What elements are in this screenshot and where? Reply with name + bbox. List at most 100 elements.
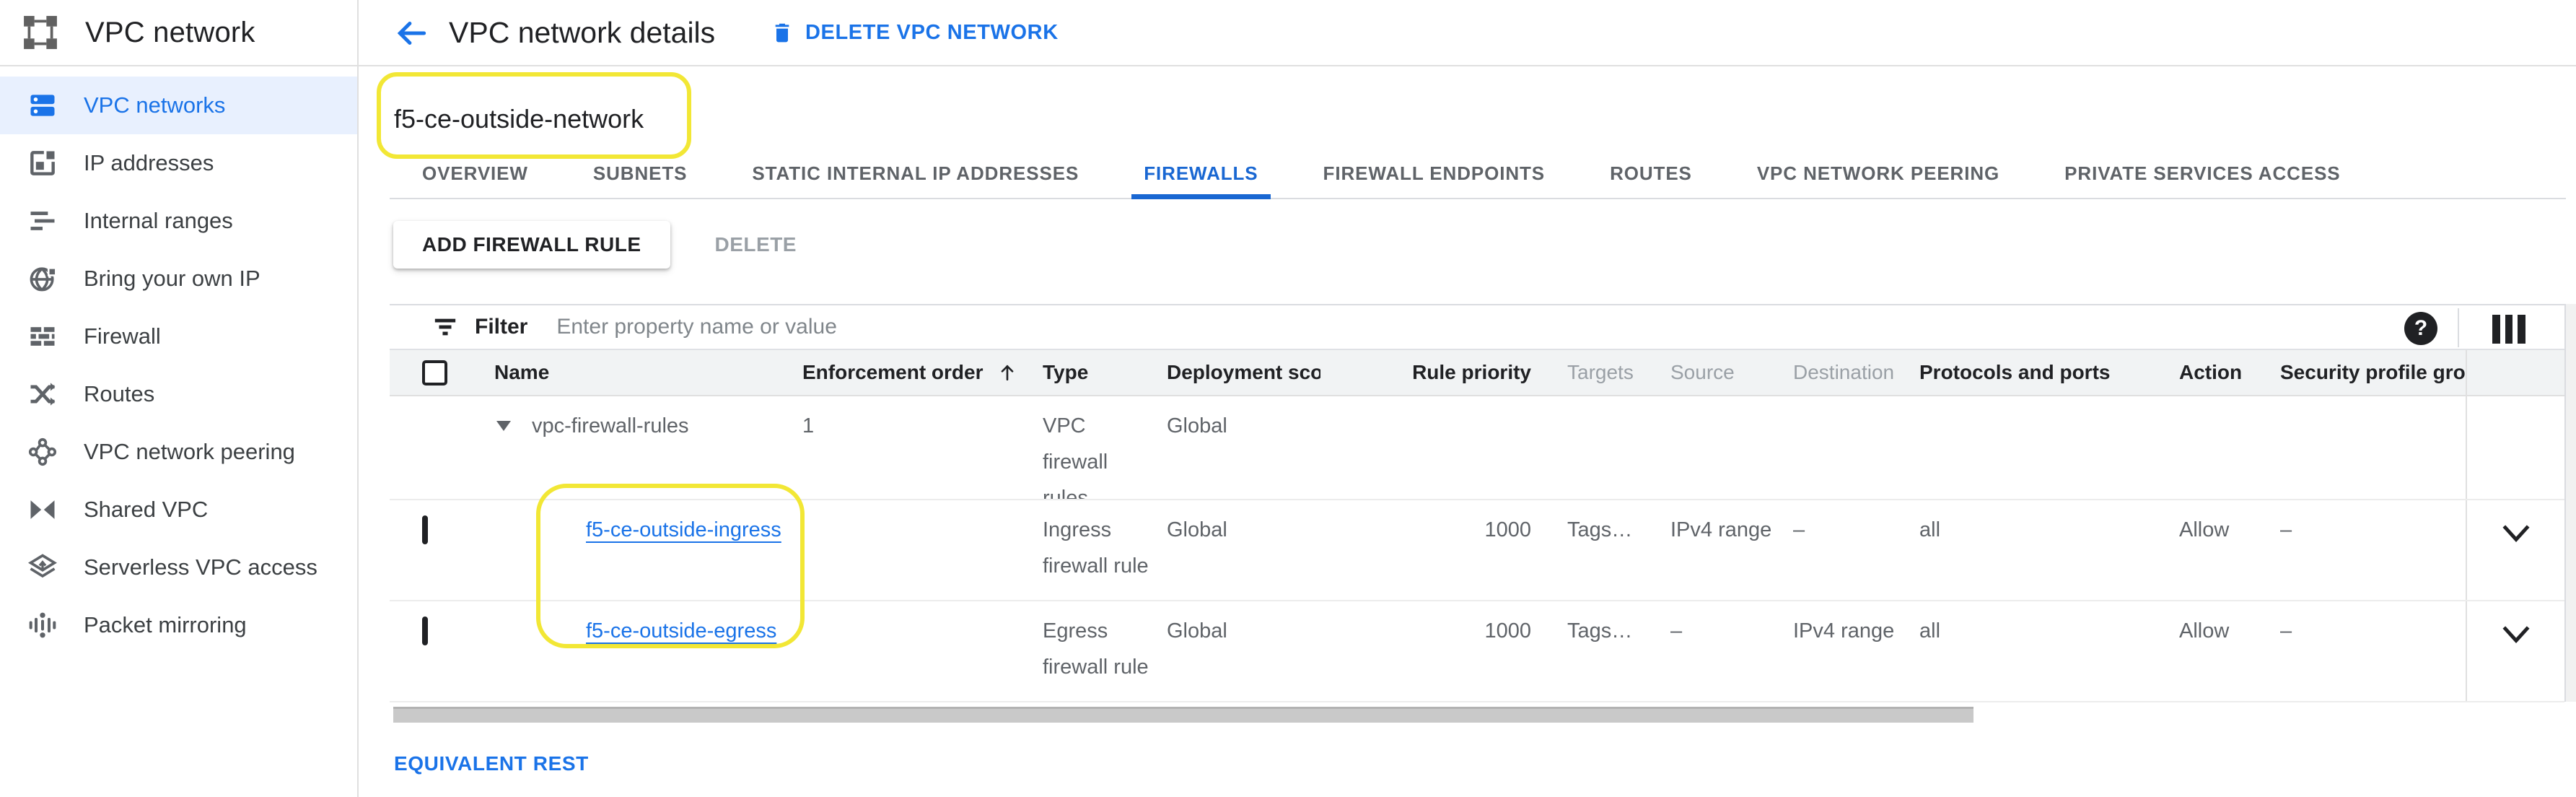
type-value: VPC firewall rules bbox=[1043, 396, 1167, 499]
deployment-scope-value: Global bbox=[1167, 500, 1320, 600]
security-profile-value: – bbox=[2280, 500, 2466, 600]
sidebar-item-vpc-network-peering[interactable]: VPC network peering bbox=[0, 423, 357, 481]
rule-priority-value: 1000 bbox=[1320, 601, 1537, 701]
source-value bbox=[1670, 396, 1793, 499]
tab-firewall-endpoints[interactable]: FIREWALL ENDPOINTS bbox=[1291, 149, 1578, 198]
header-divider bbox=[0, 65, 2576, 66]
row-checkbox-cell bbox=[390, 601, 494, 701]
filter-input[interactable] bbox=[556, 315, 2564, 339]
group-name-cell: vpc-firewall-rules bbox=[494, 396, 802, 499]
vpc-network-logo-icon bbox=[20, 14, 61, 51]
sidebar-item-packet-mirroring[interactable]: Packet mirroring bbox=[0, 596, 357, 654]
column-header-enforcement-order[interactable]: Enforcement order bbox=[802, 350, 1043, 395]
rule-priority-value bbox=[1320, 396, 1537, 499]
vertical-scrollbar-track[interactable] bbox=[2566, 304, 2576, 702]
expand-column-header bbox=[2466, 350, 2564, 395]
delete-rule-button[interactable]: DELETE bbox=[715, 233, 797, 256]
tab-subnets[interactable]: SUBNETS bbox=[561, 149, 720, 198]
column-header-deployment-scope[interactable]: Deployment scope bbox=[1167, 350, 1320, 395]
table-row-egress: f5-ce-outside-egress Egress firewall rul… bbox=[390, 601, 2564, 702]
expand-row-chevron-icon[interactable] bbox=[2502, 624, 2531, 645]
sidebar-item-routes[interactable]: Routes bbox=[0, 365, 357, 423]
tab-overview[interactable]: OVERVIEW bbox=[390, 149, 561, 198]
sidebar-item-label: Bring your own IP bbox=[84, 266, 260, 292]
group-name: vpc-firewall-rules bbox=[532, 408, 689, 444]
firewall-actions: ADD FIREWALL RULE DELETE bbox=[393, 221, 797, 269]
expand-row-chevron-icon[interactable] bbox=[2502, 523, 2531, 544]
tab-private-services-access[interactable]: PRIVATE SERVICES ACCESS bbox=[2032, 149, 2373, 198]
vpc-network-peering-icon bbox=[26, 435, 59, 469]
security-profile-value bbox=[2280, 396, 2466, 499]
firewall-rule-link-ingress[interactable]: f5-ce-outside-ingress bbox=[586, 512, 781, 548]
deployment-scope-value: Global bbox=[1167, 601, 1320, 701]
column-header-security-profile-group[interactable]: Security profile group bbox=[2280, 350, 2466, 395]
column-header-rule-priority[interactable]: Rule priority bbox=[1320, 350, 1537, 395]
firewall-rule-link-egress[interactable]: f5-ce-outside-egress bbox=[586, 613, 776, 649]
column-header-protocols-and-ports[interactable]: Protocols and ports bbox=[1919, 350, 2179, 395]
column-header-type[interactable]: Type bbox=[1043, 350, 1167, 395]
select-all-checkbox[interactable] bbox=[422, 360, 447, 386]
source-value: – bbox=[1670, 601, 1793, 701]
protocols-value bbox=[1919, 396, 2179, 499]
sidebar-item-label: Firewall bbox=[84, 323, 161, 349]
column-header-targets[interactable]: Targets bbox=[1537, 350, 1670, 395]
sidebar-item-firewall[interactable]: Firewall bbox=[0, 308, 357, 365]
equivalent-rest-link[interactable]: EQUIVALENT REST bbox=[394, 752, 589, 775]
sidebar-item-bring-your-own-ip[interactable]: Bring your own IP bbox=[0, 250, 357, 308]
sidebar-item-label: VPC network peering bbox=[84, 439, 295, 465]
shared-vpc-icon bbox=[26, 493, 59, 526]
protocols-value: all bbox=[1919, 500, 2179, 600]
table-header-row: Name Enforcement order Type Deployment s… bbox=[390, 350, 2564, 396]
back-arrow-button[interactable] bbox=[394, 15, 430, 51]
sidebar: VPC network VPC networks bbox=[0, 0, 359, 797]
sidebar-item-serverless-vpc-access[interactable]: Serverless VPC access bbox=[0, 539, 357, 596]
tab-vpc-network-peering[interactable]: VPC NETWORK PEERING bbox=[1725, 149, 2032, 198]
bring-your-own-ip-icon bbox=[26, 262, 59, 295]
action-value: Allow bbox=[2179, 601, 2280, 701]
trash-icon bbox=[771, 19, 794, 46]
page-title: VPC network details bbox=[449, 16, 715, 50]
collapse-group-icon[interactable] bbox=[494, 418, 513, 432]
row-checkbox[interactable] bbox=[422, 515, 428, 544]
row-checkbox[interactable] bbox=[422, 617, 428, 645]
help-icon[interactable]: ? bbox=[2404, 312, 2437, 345]
row-checkbox-cell bbox=[390, 500, 494, 600]
column-header-enforcement-label: Enforcement order bbox=[802, 361, 983, 384]
targets-value bbox=[1537, 396, 1670, 499]
sidebar-item-label: Packet mirroring bbox=[84, 612, 247, 638]
tab-routes[interactable]: ROUTES bbox=[1577, 149, 1725, 198]
column-display-options-icon[interactable] bbox=[2492, 315, 2525, 344]
column-header-name[interactable]: Name bbox=[494, 350, 802, 395]
serverless-vpc-access-icon bbox=[26, 551, 59, 584]
routes-icon bbox=[26, 378, 59, 411]
sidebar-nav: VPC networks IP addresses bbox=[0, 77, 357, 654]
sidebar-item-shared-vpc[interactable]: Shared VPC bbox=[0, 481, 357, 539]
sidebar-item-vpc-networks[interactable]: VPC networks bbox=[0, 77, 357, 134]
enforcement-order-value bbox=[802, 601, 1043, 701]
delete-vpc-network-label: DELETE VPC NETWORK bbox=[805, 21, 1059, 45]
action-value: Allow bbox=[2179, 500, 2280, 600]
ip-addresses-icon bbox=[26, 147, 59, 180]
firewall-icon bbox=[26, 320, 59, 353]
action-value bbox=[2179, 396, 2280, 499]
filter-icon[interactable] bbox=[431, 315, 459, 339]
table-row-group: vpc-firewall-rules 1 VPC firewall rules … bbox=[390, 396, 2564, 500]
column-header-action[interactable]: Action bbox=[2179, 350, 2280, 395]
table-row-ingress: f5-ce-outside-ingress Ingress firewall r… bbox=[390, 500, 2564, 601]
tab-static-internal-ip-addresses[interactable]: STATIC INTERNAL IP ADDRESSES bbox=[719, 149, 1111, 198]
column-header-source[interactable]: Source bbox=[1670, 350, 1793, 395]
filter-label: Filter bbox=[475, 315, 527, 339]
select-all-cell bbox=[390, 350, 494, 395]
sidebar-item-ip-addresses[interactable]: IP addresses bbox=[0, 134, 357, 192]
column-header-destination[interactable]: Destination bbox=[1793, 350, 1919, 395]
tab-firewalls[interactable]: FIREWALLS bbox=[1111, 149, 1290, 198]
sort-ascending-icon bbox=[998, 362, 1017, 383]
filter-bar: Filter ? bbox=[390, 305, 2564, 350]
sidebar-item-label: Shared VPC bbox=[84, 497, 208, 523]
delete-vpc-network-button[interactable]: DELETE VPC NETWORK bbox=[771, 19, 1059, 46]
sidebar-item-internal-ranges[interactable]: Internal ranges bbox=[0, 192, 357, 250]
horizontal-scrollbar-thumb[interactable] bbox=[393, 707, 1973, 723]
targets-value: Tags… bbox=[1537, 601, 1670, 701]
add-firewall-rule-button[interactable]: ADD FIREWALL RULE bbox=[393, 221, 670, 269]
sidebar-item-label: Internal ranges bbox=[84, 208, 233, 234]
